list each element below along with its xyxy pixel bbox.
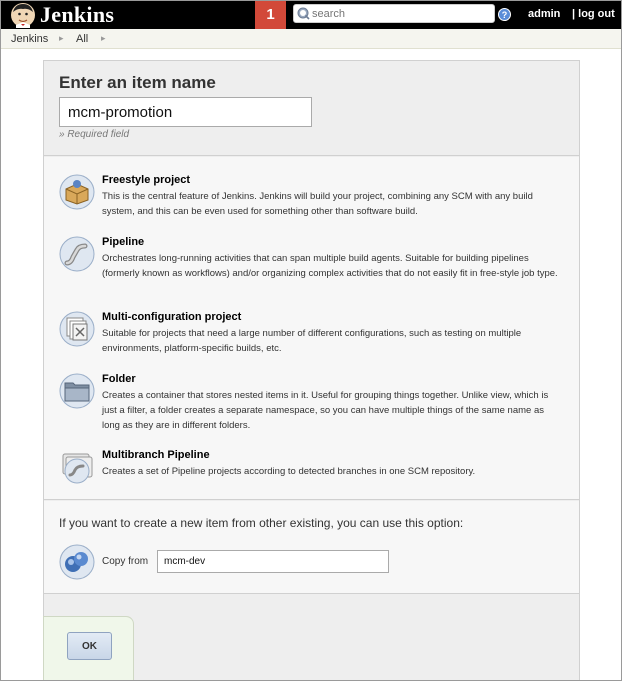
item-type-description: Orchestrates long-running activities tha… — [102, 253, 558, 279]
search-input[interactable] — [310, 7, 490, 20]
chevron-right-icon[interactable]: ▸ — [59, 33, 64, 44]
item-type-title: Multibranch Pipeline — [102, 449, 210, 461]
multibranch-pipeline-icon — [62, 453, 93, 484]
item-name-heading: Enter an item name — [59, 73, 216, 92]
item-type-list: Freestyle project This is the central fe… — [44, 157, 579, 500]
logout-link[interactable]: | log out — [572, 8, 615, 20]
item-type-title: Freestyle project — [102, 174, 191, 186]
item-type-multibranch-pipeline[interactable]: Multibranch Pipeline Creates a set of Pi… — [44, 449, 579, 494]
item-type-description: Creates a set of Pipeline projects accor… — [102, 466, 476, 477]
item-name-section: Enter an item name » Required field — [44, 61, 579, 156]
jenkins-butler-icon — [11, 2, 35, 28]
copy-from-label: Copy from — [102, 556, 149, 567]
copy-from-input[interactable] — [157, 550, 389, 573]
copy-from-section: If you want to create a new item from ot… — [44, 501, 579, 594]
breadcrumb-jenkins[interactable]: Jenkins — [11, 33, 48, 45]
notification-badge[interactable]: 1 — [255, 0, 286, 29]
item-type-title: Multi-configuration project — [102, 311, 242, 323]
pipeline-icon — [59, 236, 95, 272]
bottom-sticker: OK — [43, 616, 134, 681]
item-type-title: Pipeline — [102, 236, 145, 248]
item-type-multi-configuration[interactable]: Multi-configuration project Suitable for… — [44, 311, 579, 356]
new-item-panel: Enter an item name » Required field Free… — [43, 60, 580, 681]
required-field-note: » Required field — [59, 129, 130, 140]
jenkins-logo-link[interactable]: Jenkins — [10, 0, 114, 29]
app-name: Jenkins — [40, 1, 115, 27]
search-box — [293, 4, 495, 23]
item-type-description: This is the central feature of Jenkins. … — [102, 191, 533, 217]
item-type-description: Creates a container that stores nested i… — [102, 390, 549, 431]
chevron-right-icon[interactable]: ▸ — [101, 33, 106, 44]
breadcrumb: Jenkins ▸ All ▸ — [0, 29, 622, 49]
copy-from-heading: If you want to create a new item from ot… — [59, 516, 464, 530]
top-header: Jenkins 1 ? admin | log out — [0, 0, 622, 29]
multi-configuration-icon — [59, 311, 95, 347]
item-type-description: Suitable for projects that need a large … — [102, 328, 522, 354]
item-type-pipeline[interactable]: Pipeline Orchestrates long-running activ… — [44, 236, 579, 296]
freestyle-project-icon — [59, 174, 95, 210]
item-type-freestyle[interactable]: Freestyle project This is the central fe… — [44, 174, 579, 224]
item-name-input[interactable] — [59, 97, 312, 127]
help-icon[interactable]: ? — [498, 8, 511, 21]
item-type-title: Folder — [102, 373, 136, 385]
user-link[interactable]: admin — [528, 8, 560, 20]
ok-button[interactable]: OK — [67, 632, 112, 660]
copy-icon — [59, 544, 95, 580]
item-type-folder[interactable]: Folder Creates a container that stores n… — [44, 373, 579, 433]
search-icon — [297, 7, 310, 20]
folder-icon — [59, 373, 95, 409]
breadcrumb-all[interactable]: All — [76, 33, 88, 45]
